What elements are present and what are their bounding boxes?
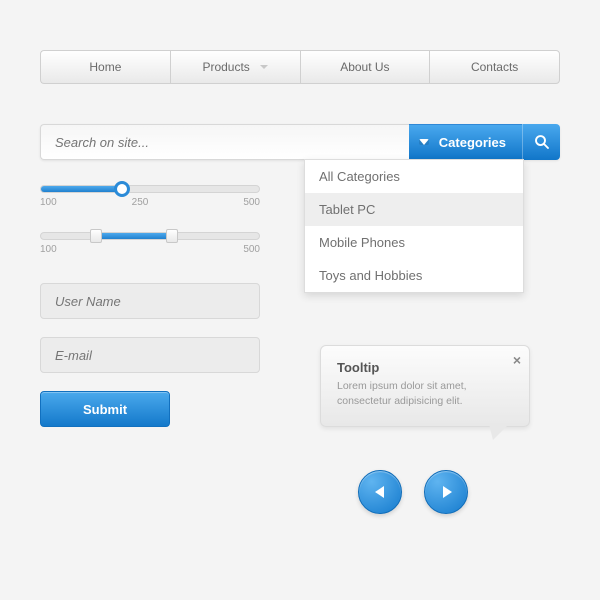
prev-button[interactable] [358, 470, 402, 514]
nav-item-contacts[interactable]: Contacts [429, 50, 560, 84]
search-button[interactable] [522, 124, 560, 160]
slider-fill [41, 186, 122, 192]
slider-thumb[interactable] [114, 181, 130, 197]
slider-fill [96, 233, 172, 239]
categories-dropdown-menu: All Categories Tablet PC Mobile Phones T… [304, 159, 524, 293]
tooltip-title: Tooltip [337, 360, 513, 375]
slider-labels: 100 500 [40, 244, 260, 255]
slider-thumb-max[interactable] [166, 229, 178, 243]
nav-label: Products [202, 60, 249, 74]
slider-mid: 250 [132, 197, 149, 208]
slider-min: 100 [40, 244, 57, 255]
nav-label: About Us [340, 60, 389, 74]
search-bar: Categories [40, 124, 560, 160]
nav-item-about[interactable]: About Us [300, 50, 430, 84]
submit-button[interactable]: Submit [40, 391, 170, 427]
sliders-group: 100 250 500 100 500 [40, 185, 260, 255]
search-icon [533, 133, 551, 151]
slider-max: 500 [243, 197, 260, 208]
slider-thumb-min[interactable] [90, 229, 102, 243]
dropdown-item[interactable]: Toys and Hobbies [305, 259, 523, 292]
nav-item-home[interactable]: Home [40, 50, 170, 84]
nav-label: Contacts [471, 60, 518, 74]
arrow-buttons [358, 470, 468, 514]
tooltip-bubble: × Tooltip Lorem ipsum dolor sit amet, co… [320, 345, 530, 427]
tooltip-body: Lorem ipsum dolor sit amet, consectetur … [337, 379, 513, 408]
arrow-left-icon [375, 486, 384, 498]
categories-label: Categories [439, 135, 506, 150]
tooltip-tail [489, 424, 509, 440]
form-group: Submit [40, 283, 260, 427]
slider-track[interactable] [40, 232, 260, 240]
dropdown-item[interactable]: Mobile Phones [305, 226, 523, 259]
chevron-down-icon [260, 65, 268, 69]
slider-max: 500 [243, 244, 260, 255]
search-input[interactable] [40, 124, 409, 160]
nav-item-products[interactable]: Products [170, 50, 300, 84]
triangle-down-icon [419, 139, 429, 145]
dropdown-item[interactable]: All Categories [305, 160, 523, 193]
arrow-right-icon [443, 486, 452, 498]
slider-track[interactable] [40, 185, 260, 193]
email-field[interactable] [40, 337, 260, 373]
slider-min: 100 [40, 197, 57, 208]
nav-label: Home [89, 60, 121, 74]
dropdown-item[interactable]: Tablet PC [305, 193, 523, 226]
next-button[interactable] [424, 470, 468, 514]
close-icon[interactable]: × [513, 352, 521, 368]
single-slider: 100 250 500 [40, 185, 260, 208]
username-field[interactable] [40, 283, 260, 319]
range-slider: 100 500 [40, 232, 260, 255]
categories-dropdown-button[interactable]: Categories [409, 124, 522, 160]
main-nav: Home Products About Us Contacts [40, 50, 560, 84]
slider-labels: 100 250 500 [40, 197, 260, 208]
